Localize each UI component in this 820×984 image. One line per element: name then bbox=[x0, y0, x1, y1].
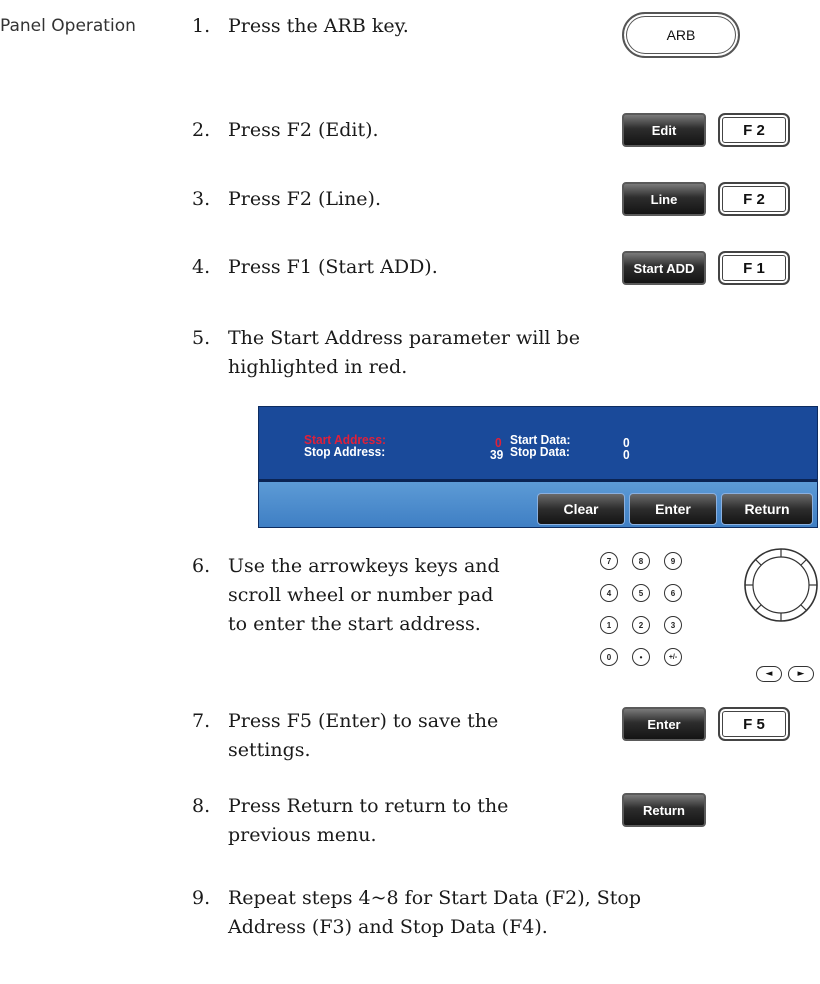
key-8[interactable]: 8 bbox=[632, 552, 650, 570]
key-2[interactable]: 2 bbox=[632, 616, 650, 634]
step-number: 5. bbox=[192, 327, 211, 349]
key-6[interactable]: 6 bbox=[664, 584, 682, 602]
right-arrow-key[interactable]: ► bbox=[788, 666, 814, 682]
step-text: Use the arrowkeys keys and bbox=[228, 555, 500, 577]
line-softkey[interactable]: Line bbox=[622, 182, 706, 216]
return-button[interactable]: Return bbox=[721, 493, 813, 525]
key-7[interactable]: 7 bbox=[600, 552, 618, 570]
step-number: 2. bbox=[192, 119, 211, 141]
edit-softkey[interactable]: Edit bbox=[622, 113, 706, 147]
step-text: Address (F3) and Stop Data (F4). bbox=[228, 916, 548, 938]
step-text: Press F2 (Edit). bbox=[228, 119, 379, 141]
key-plus-minus[interactable]: +/- bbox=[664, 648, 682, 666]
step-text: highlighted in red. bbox=[228, 356, 408, 378]
step-text: Press F2 (Line). bbox=[228, 188, 382, 210]
clear-button[interactable]: Clear bbox=[537, 493, 625, 525]
step-text: Press F1 (Start ADD). bbox=[228, 256, 438, 278]
enter-softkey[interactable]: Enter bbox=[622, 707, 706, 741]
left-arrow-key[interactable]: ◄ bbox=[756, 666, 782, 682]
step-text: Repeat steps 4~8 for Start Data (F2), St… bbox=[228, 887, 641, 909]
stop-data-value: 0 bbox=[623, 447, 630, 462]
return-softkey[interactable]: Return bbox=[622, 793, 706, 827]
step-number: 9. bbox=[192, 887, 211, 909]
f2-key[interactable]: F 2 bbox=[718, 182, 790, 216]
key-1[interactable]: 1 bbox=[600, 616, 618, 634]
parameter-area: Start Address: 0 Stop Address: 39 Start … bbox=[259, 407, 817, 482]
step-text: to enter the start address. bbox=[228, 613, 481, 635]
stop-data-label: Stop Data: bbox=[510, 444, 570, 459]
start-add-softkey[interactable]: Start ADD bbox=[622, 251, 706, 285]
step-number: 4. bbox=[192, 256, 211, 278]
step-text: Press F5 (Enter) to save the bbox=[228, 710, 499, 732]
step-text: The Start Address parameter will be bbox=[228, 327, 580, 349]
section-label: Panel Operation bbox=[0, 16, 136, 36]
key-decimal[interactable]: • bbox=[632, 648, 650, 666]
arb-key[interactable]: ARB bbox=[622, 12, 740, 58]
key-3[interactable]: 3 bbox=[664, 616, 682, 634]
lcd-screen: Start Address: 0 Stop Address: 39 Start … bbox=[258, 406, 818, 528]
f2-key[interactable]: F 2 bbox=[718, 113, 790, 147]
f1-key[interactable]: F 1 bbox=[718, 251, 790, 285]
key-5[interactable]: 5 bbox=[632, 584, 650, 602]
step-number: 8. bbox=[192, 795, 211, 817]
step-number: 7. bbox=[192, 710, 211, 732]
scroll-wheel-icon[interactable] bbox=[742, 546, 820, 624]
step-number: 6. bbox=[192, 555, 211, 577]
stop-address-label: Stop Address: bbox=[304, 444, 386, 459]
number-pad: 7 8 9 4 5 6 1 2 3 0 • +/- bbox=[594, 550, 724, 700]
step-text: settings. bbox=[228, 739, 311, 761]
key-4[interactable]: 4 bbox=[600, 584, 618, 602]
f5-key[interactable]: F 5 bbox=[718, 707, 790, 741]
enter-button[interactable]: Enter bbox=[629, 493, 717, 525]
step-text: Press the ARB key. bbox=[228, 15, 409, 37]
key-9[interactable]: 9 bbox=[664, 552, 682, 570]
step-text: scroll wheel or number pad bbox=[228, 584, 494, 606]
step-number: 3. bbox=[192, 188, 211, 210]
step-text: Press Return to return to the bbox=[228, 795, 509, 817]
stop-address-value: 39 bbox=[490, 447, 504, 462]
step-number: 1. bbox=[192, 15, 211, 37]
key-0[interactable]: 0 bbox=[600, 648, 618, 666]
step-text: previous menu. bbox=[228, 824, 377, 846]
